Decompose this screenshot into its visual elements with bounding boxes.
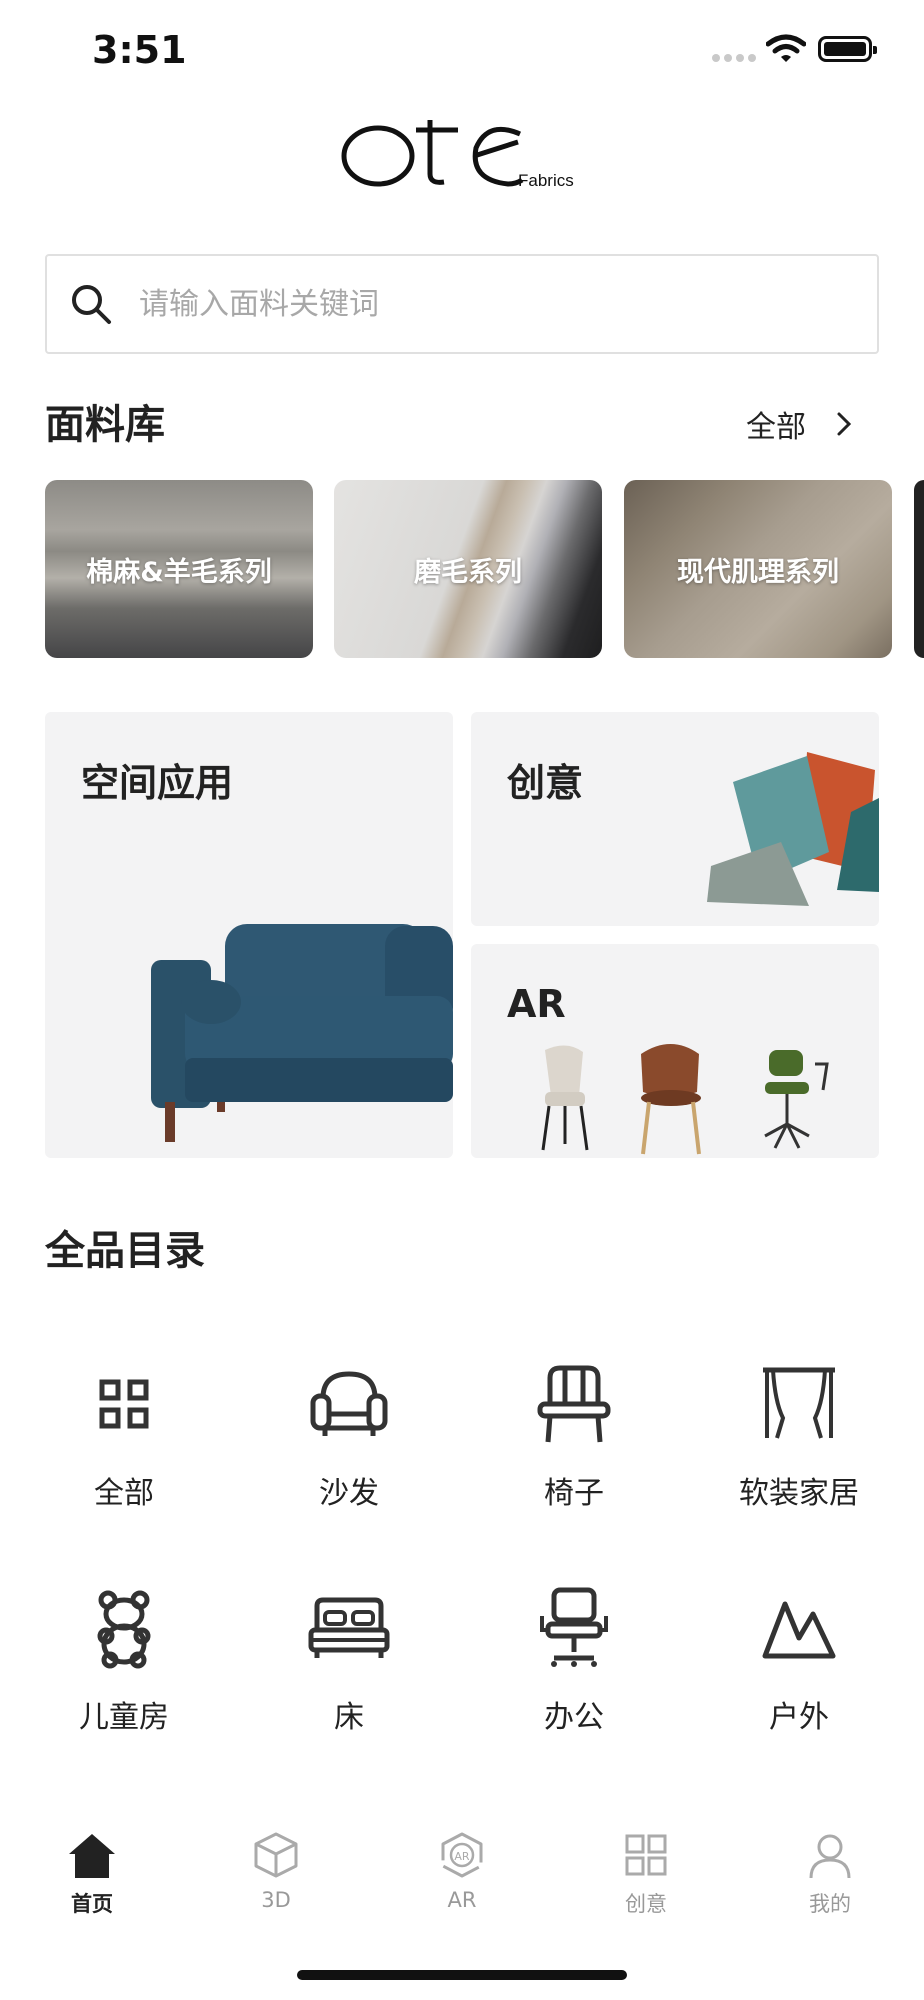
catalog-item-label: 全部 xyxy=(94,1476,154,1511)
fabric-card-cotton-wool[interactable]: 棉麻&羊毛系列 xyxy=(45,480,313,658)
catalog-item-sofa[interactable]: 沙发 xyxy=(269,1362,429,1512)
search-bar[interactable] xyxy=(45,254,879,354)
user-icon xyxy=(809,1834,851,1879)
all-link-label: 全部 xyxy=(746,410,806,445)
sofa-image xyxy=(151,924,453,1142)
tab-label: 我的 xyxy=(809,1892,851,1916)
catalog-item-kids-room[interactable]: 儿童房 xyxy=(44,1586,204,1736)
status-time: 3:51 xyxy=(92,28,187,72)
creative-title: 创意 xyxy=(507,761,584,805)
logo-sub: Fabrics xyxy=(518,171,574,190)
tab-mine[interactable]: 我的 xyxy=(770,1830,890,1918)
office-chair-icon xyxy=(540,1587,608,1667)
tab-ar[interactable]: AR AR xyxy=(402,1830,522,1912)
ar-title: AR xyxy=(507,982,566,1026)
home-icon xyxy=(69,1834,115,1878)
tab-3d[interactable]: 3D xyxy=(216,1830,336,1912)
catalog-item-label: 椅子 xyxy=(544,1476,604,1511)
svg-text:AR: AR xyxy=(454,1850,470,1863)
catalog-item-office[interactable]: 办公 xyxy=(494,1586,654,1736)
curtain-icon xyxy=(763,1367,835,1439)
fabric-card-partial[interactable] xyxy=(914,480,924,658)
chairs-image xyxy=(541,1044,829,1155)
catalog-item-outdoor[interactable]: 户外 xyxy=(719,1586,879,1736)
fabric-card-brushed[interactable]: 磨毛系列 xyxy=(334,480,602,658)
catalog-item-label: 软装家居 xyxy=(739,1476,859,1511)
creative-tile[interactable]: 创意 xyxy=(471,712,879,926)
search-icon xyxy=(72,285,111,324)
cube-icon xyxy=(254,1832,298,1878)
tab-home[interactable]: 首页 xyxy=(32,1830,152,1918)
fabric-library-title: 面料库 xyxy=(45,402,165,448)
fabric-card-modern-texture[interactable]: 现代肌理系列 xyxy=(624,480,892,658)
brand-logo: Fabrics xyxy=(338,108,588,194)
sofa-icon xyxy=(310,1371,388,1436)
catalog-item-label: 儿童房 xyxy=(79,1700,169,1735)
search-input[interactable] xyxy=(137,285,821,323)
fabric-card-label: 现代肌理系列 xyxy=(677,556,839,588)
chair-icon xyxy=(537,1365,611,1443)
ar-tile[interactable]: AR xyxy=(471,944,879,1158)
grid-icon xyxy=(99,1379,149,1429)
catalog-item-all[interactable]: 全部 xyxy=(44,1362,204,1512)
catalog-item-label: 沙发 xyxy=(319,1476,379,1511)
catalog-item-soft-furnishing[interactable]: 软装家居 xyxy=(719,1362,879,1512)
chevron-right-icon xyxy=(837,412,852,436)
mountain-icon xyxy=(762,1601,836,1659)
ar-icon: AR xyxy=(441,1832,483,1878)
fabric-library-all-link[interactable]: 全部 xyxy=(746,402,852,446)
fabric-card-label: 棉麻&羊毛系列 xyxy=(86,556,272,588)
tab-label: AR xyxy=(447,1888,477,1912)
home-indicator xyxy=(297,1970,627,1980)
battery-icon xyxy=(818,36,877,62)
catalog-item-label: 户外 xyxy=(769,1700,829,1735)
space-application-title: 空间应用 xyxy=(81,761,234,805)
catalog-item-label: 办公 xyxy=(544,1700,604,1735)
grid-icon xyxy=(625,1834,667,1876)
catalog-item-bed[interactable]: 床 xyxy=(269,1586,429,1736)
teddy-bear-icon xyxy=(97,1590,151,1669)
space-application-tile[interactable]: 空间应用 xyxy=(45,712,453,1158)
catalog-item-chair[interactable]: 椅子 xyxy=(494,1362,654,1512)
tab-label: 首页 xyxy=(71,1892,113,1916)
tab-creative[interactable]: 创意 xyxy=(586,1830,706,1918)
wifi-icon xyxy=(766,34,806,62)
tab-label: 3D xyxy=(261,1888,291,1912)
bed-icon xyxy=(308,1597,390,1658)
tab-label: 创意 xyxy=(625,1892,667,1916)
fabric-swatches-image xyxy=(707,752,879,906)
signal-icon xyxy=(712,54,756,62)
fabric-card-label: 磨毛系列 xyxy=(414,556,522,588)
catalog-item-label: 床 xyxy=(334,1700,364,1735)
catalog-title: 全品目录 xyxy=(45,1228,205,1274)
